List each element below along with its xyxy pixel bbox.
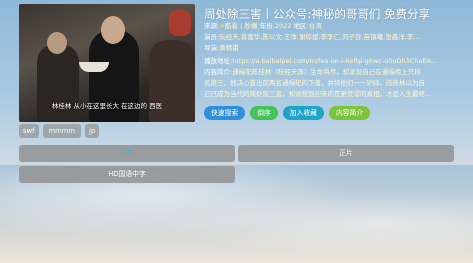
action-buttons: 快速搜索 倒序 加入收藏 内容简介 [204,106,371,120]
intro-text-3: 己已成为当代的周处除三害，却没想到迎来的是更荒谬的真相，才是人生最终... [204,90,432,98]
play-group-tab-right[interactable]: 正片 [238,145,454,162]
source-chip-jp[interactable]: jp [84,124,100,138]
intro-text-2: 名第三，他决心查出前两名通缉犯的下落，并将他们一一铲除。陈桂林以为自 [204,79,425,87]
reverse-order-button[interactable]: 倒序 [250,106,278,120]
intro-line: 名第三，他决心查出前两名通缉犯的下落，并将他们一一铲除。陈桂林以为自 [204,79,460,88]
actors-line: 演员:阮经天,袁富华,陈以文,王净,谢琼煖,李李仁,刘子铨,苗镇曦,张鑫洋,李.… [204,33,460,42]
actors-value: 阮经天,袁富华,陈以文,王净,谢琼煖,李李仁,刘子铨,苗镇曦,张鑫洋,李... [219,33,420,41]
play-address-label: 播放地址: [204,57,233,65]
poster-head-left [47,32,67,54]
director-line: 导演:黄精甫 [204,44,460,53]
source-value: 酷看丨秒播 [225,22,258,30]
episode-button[interactable]: HD国语中字 [19,166,235,183]
poster-subtitle: 林桂林 从小在这里长大 在这边的 西医 [51,102,163,110]
play-address-value[interactable]: https://a.baibaipei.com/m/fea-on-i-6eftp… [232,57,437,65]
intro-line: 内容简介:通缉犯陈桂林（阮经天饰）生命将尽，却发现自己在通缉榜上只排 [204,68,460,77]
director-value: 黄精甫 [219,44,239,52]
poster-figure-left [37,44,79,122]
year-value: 2022 [274,22,292,30]
video-title: 周处除三害丨公众号:神秘的哥哥们 免费分享 [204,7,431,21]
content-intro-button[interactable]: 内容简介 [328,106,371,120]
region-value: 台湾 [308,22,322,30]
region-label: 地区: [293,22,309,30]
intro-label: 内容简介: [204,68,233,76]
source-chips: swf mmmm jp [19,124,100,138]
play-address-line[interactable]: 播放地址:https://a.baibaipei.com/m/fea-on-i-… [204,57,460,66]
source-chip-swf[interactable]: swf [19,124,39,138]
quick-search-button[interactable]: 快速搜索 [204,106,246,120]
actors-label: 演员: [204,33,220,41]
play-group-tab-left[interactable]: 正片 [19,145,235,162]
intro-text-1: 通缉犯陈桂林（阮经天饰）生命将尽，却发现自己在通缉榜上只排 [232,68,421,76]
year-label: 年份: [259,22,275,30]
director-label: 导演: [204,44,220,52]
source-chip-mmmm[interactable]: mmmm [42,124,81,138]
meta-line: 来源:★酷看丨秒播 年份:2022 地区:台湾 [204,22,460,31]
intro-line: 己已成为当代的周处除三害，却没想到迎来的是更荒谬的真相，才是人生最终... [204,90,460,99]
poster-head-center [101,16,125,44]
source-label: 来源: [204,22,220,30]
add-favorite-button[interactable]: 加入收藏 [282,106,324,120]
poster-lantern [169,10,191,36]
video-poster[interactable]: 林桂林 从小在这里长大 在这边的 西医 [19,4,195,122]
